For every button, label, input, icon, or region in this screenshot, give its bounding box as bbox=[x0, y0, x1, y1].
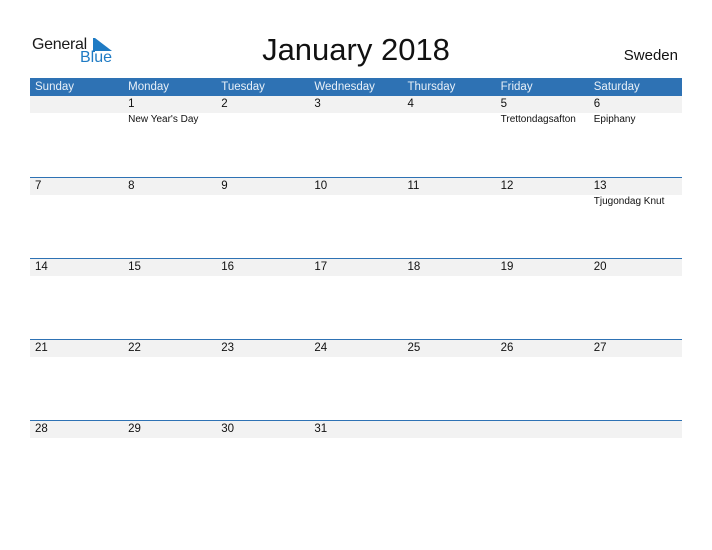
day-number: 14 bbox=[35, 261, 48, 273]
holiday-label: New Year's Day bbox=[128, 114, 199, 125]
day-cell: 29 bbox=[123, 421, 216, 501]
day-number: 19 bbox=[500, 261, 514, 273]
day-number: 1 bbox=[128, 98, 135, 110]
day-number: 4 bbox=[407, 98, 414, 110]
day-number: 22 bbox=[128, 342, 141, 354]
day-number: 25 bbox=[407, 342, 421, 354]
day-cell bbox=[30, 96, 123, 177]
holiday-label: Epiphany bbox=[593, 114, 636, 125]
weekday-thursday: Thursday bbox=[407, 81, 456, 93]
day-number: 27 bbox=[593, 342, 607, 354]
day-cell: 10 bbox=[309, 178, 402, 258]
day-number: 13 bbox=[593, 180, 607, 192]
holiday-label: Trettondagsafton bbox=[500, 114, 576, 125]
day-cell: 14 bbox=[30, 259, 123, 339]
day-number: 21 bbox=[35, 342, 48, 354]
week-row: 14 15 16 17 18 19 20 bbox=[30, 258, 682, 339]
day-number: 20 bbox=[593, 261, 607, 273]
day-number: 28 bbox=[35, 423, 48, 435]
day-cell bbox=[403, 421, 496, 501]
day-cell: 15 bbox=[123, 259, 216, 339]
day-cell: 8 bbox=[123, 178, 216, 258]
day-cell: 9 bbox=[216, 178, 309, 258]
day-cell: 25 bbox=[403, 340, 496, 420]
calendar-grid: 1 New Year's Day 2 3 4 5 Trettondagsafton 6 Epip… bbox=[30, 96, 682, 501]
day-number: 15 bbox=[128, 261, 141, 273]
day-cell: 2 bbox=[216, 96, 309, 177]
day-number: 26 bbox=[500, 342, 514, 354]
weekday-wednesday: Wednesday bbox=[314, 81, 375, 93]
day-cell: 17 bbox=[309, 259, 402, 339]
week-row: 7 8 9 10 11 12 13 Tjugondag Knut bbox=[30, 177, 682, 258]
day-cell: 31 bbox=[309, 421, 402, 501]
day-number: 3 bbox=[314, 98, 321, 110]
holiday-label: Tjugondag Knut bbox=[593, 196, 665, 207]
day-cell: 26 bbox=[496, 340, 589, 420]
day-cell: 13 Tjugondag Knut bbox=[589, 178, 682, 258]
day-number: 24 bbox=[314, 342, 328, 354]
day-number: 12 bbox=[500, 180, 514, 192]
day-number: 8 bbox=[128, 180, 135, 192]
day-cell: 12 bbox=[496, 178, 589, 258]
country-label: Sweden bbox=[623, 47, 678, 64]
day-cell: 3 bbox=[309, 96, 402, 177]
day-number: 18 bbox=[407, 261, 421, 273]
day-number: 31 bbox=[314, 423, 328, 435]
day-cell: 16 bbox=[216, 259, 309, 339]
day-cell: 23 bbox=[216, 340, 309, 420]
day-number: 7 bbox=[35, 180, 42, 192]
day-number: 17 bbox=[314, 261, 328, 273]
day-cell: 27 bbox=[589, 340, 682, 420]
day-cell: 28 bbox=[30, 421, 123, 501]
weekday-sunday: Sunday bbox=[35, 81, 75, 93]
day-cell: 4 bbox=[403, 96, 496, 177]
day-number: 23 bbox=[221, 342, 235, 354]
day-number: 16 bbox=[221, 261, 235, 273]
day-number: 6 bbox=[593, 98, 601, 110]
day-number: 5 bbox=[500, 98, 508, 110]
weekday-saturday: Saturday bbox=[593, 81, 640, 93]
day-cell: 24 bbox=[309, 340, 402, 420]
week-row: 28 29 30 31 bbox=[30, 420, 682, 501]
day-cell: 30 bbox=[216, 421, 309, 501]
day-cell: 1 New Year's Day bbox=[123, 96, 216, 177]
day-cell: 22 bbox=[123, 340, 216, 420]
day-cell: 5 Trettondagsafton bbox=[496, 96, 589, 177]
week-row: 1 New Year's Day 2 3 4 5 Trettondagsafton 6 Epip… bbox=[30, 96, 682, 177]
weekday-friday: Friday bbox=[500, 81, 533, 93]
day-cell: 20 bbox=[589, 259, 682, 339]
calendar-title: January 2018 bbox=[262, 32, 450, 67]
day-number: 30 bbox=[221, 423, 235, 435]
day-number: 11 bbox=[407, 180, 420, 192]
day-number: 10 bbox=[314, 180, 328, 192]
day-number: 2 bbox=[221, 98, 228, 110]
day-cell: 6 Epiphany bbox=[589, 96, 682, 177]
day-number: 9 bbox=[221, 180, 228, 192]
week-row: 21 22 23 24 25 26 27 bbox=[30, 339, 682, 420]
weekday-header: Sunday Monday Tuesday Wednesday Thursday… bbox=[30, 78, 682, 96]
day-cell: 19 bbox=[496, 259, 589, 339]
weekday-monday: Monday bbox=[128, 81, 170, 93]
day-cell bbox=[496, 421, 589, 501]
day-cell: 7 bbox=[30, 178, 123, 258]
day-cell: 18 bbox=[403, 259, 496, 339]
day-cell: 11 bbox=[403, 178, 496, 258]
day-number: 29 bbox=[128, 423, 141, 435]
day-cell bbox=[589, 421, 682, 501]
day-cell: 21 bbox=[30, 340, 123, 420]
weekday-tuesday: Tuesday bbox=[221, 81, 265, 93]
